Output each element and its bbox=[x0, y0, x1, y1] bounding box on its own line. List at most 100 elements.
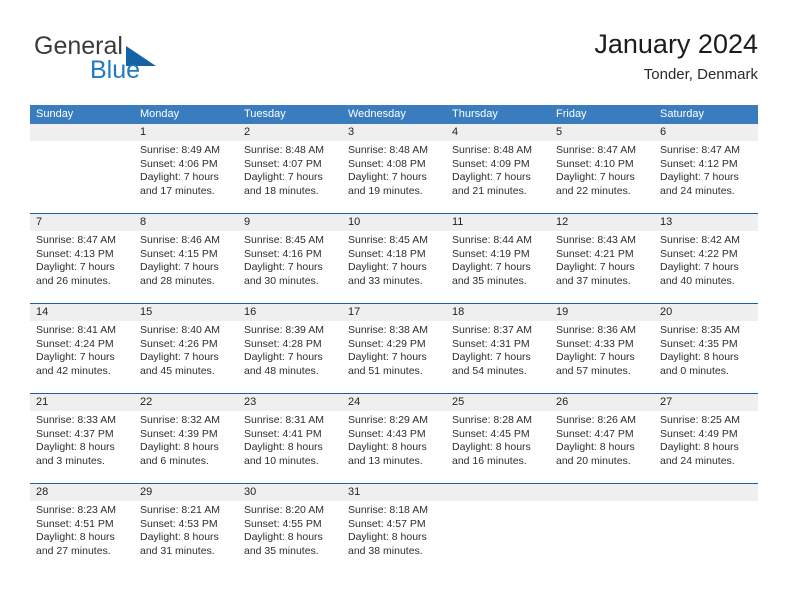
day-cell[interactable]: 17 Sunrise: 8:38 AM Sunset: 4:29 PM Dayligh… bbox=[342, 304, 446, 393]
daylight-text: Daylight: 7 hours bbox=[140, 171, 219, 184]
weekday-header-saturday: Saturday bbox=[660, 108, 705, 120]
day-cell[interactable]: 19 Sunrise: 8:36 AM Sunset: 4:33 PM Dayligh… bbox=[550, 304, 654, 393]
day-details: Sunrise: 8:41 AM Sunset: 4:24 PM Daylight:… bbox=[30, 321, 134, 378]
day-number-band: 26 bbox=[550, 394, 654, 411]
day-cell[interactable]: 13 Sunrise: 8:42 AM Sunset: 4:22 PM Dayligh… bbox=[654, 214, 758, 303]
day-cell[interactable]: 9 Sunrise: 8:45 AM Sunset: 4:16 PM Daylight… bbox=[238, 214, 342, 303]
day-number-band bbox=[446, 484, 550, 501]
day-details bbox=[446, 501, 550, 504]
sunrise-text: Sunrise: 8:18 AM bbox=[348, 504, 428, 516]
day-cell[interactable]: 6 Sunrise: 8:47 AM Sunset: 4:12 PM Daylight… bbox=[654, 124, 758, 213]
daylight-text: Daylight: 7 hours bbox=[348, 351, 427, 364]
day-cell[interactable]: 2 Sunrise: 8:48 AM Sunset: 4:07 PM Daylight… bbox=[238, 124, 342, 213]
day-details: Sunrise: 8:28 AM Sunset: 4:45 PM Daylight:… bbox=[446, 411, 550, 468]
day-number-band bbox=[30, 124, 134, 141]
day-details: Sunrise: 8:49 AM Sunset: 4:06 PM Daylight:… bbox=[134, 141, 238, 198]
day-details: Sunrise: 8:48 AM Sunset: 4:09 PM Daylight:… bbox=[446, 141, 550, 198]
daylight-text: Daylight: 7 hours bbox=[348, 261, 427, 274]
day-cell-empty bbox=[654, 484, 758, 573]
day-cell[interactable]: 14 Sunrise: 8:41 AM Sunset: 4:24 PM Dayligh… bbox=[30, 304, 134, 393]
sunrise-text: Sunrise: 8:31 AM bbox=[244, 414, 324, 426]
day-number: 28 bbox=[36, 486, 49, 498]
day-cell[interactable]: 4 Sunrise: 8:48 AM Sunset: 4:09 PM Daylight… bbox=[446, 124, 550, 213]
sunset-text: Sunset: 4:26 PM bbox=[140, 337, 218, 350]
sunset-text: Sunset: 4:45 PM bbox=[452, 427, 530, 440]
day-cell[interactable]: 15 Sunrise: 8:40 AM Sunset: 4:26 PM Dayligh… bbox=[134, 304, 238, 393]
sunset-text: Sunset: 4:33 PM bbox=[556, 337, 634, 350]
sunset-text: Sunset: 4:55 PM bbox=[244, 517, 322, 530]
sunrise-text: Sunrise: 8:46 AM bbox=[140, 234, 220, 246]
day-cell[interactable]: 22 Sunrise: 8:32 AM Sunset: 4:39 PM Dayligh… bbox=[134, 394, 238, 483]
day-number-band: 7 bbox=[30, 214, 134, 231]
calendar-week-row: 1 Sunrise: 8:49 AM Sunset: 4:06 PM Daylight… bbox=[30, 124, 758, 213]
day-number-band: 11 bbox=[446, 214, 550, 231]
calendar-weeks: 1 Sunrise: 8:49 AM Sunset: 4:06 PM Daylight… bbox=[30, 124, 758, 573]
calendar-grid: Sunday Monday Tuesday Wednesday Thursday Frid… bbox=[30, 105, 758, 573]
day-cell[interactable]: 8 Sunrise: 8:46 AM Sunset: 4:15 PM Daylight… bbox=[134, 214, 238, 303]
sunset-text: Sunset: 4:09 PM bbox=[452, 157, 530, 170]
day-details: Sunrise: 8:23 AM Sunset: 4:51 PM Daylight:… bbox=[30, 501, 134, 558]
day-details: Sunrise: 8:18 AM Sunset: 4:57 PM Daylight:… bbox=[342, 501, 446, 558]
daylight-text-cont: and 27 minutes. bbox=[36, 544, 111, 557]
day-number-band: 15 bbox=[134, 304, 238, 321]
day-cell[interactable]: 28 Sunrise: 8:23 AM Sunset: 4:51 PM Dayligh… bbox=[30, 484, 134, 573]
day-number: 16 bbox=[244, 306, 257, 318]
day-cell[interactable]: 11 Sunrise: 8:44 AM Sunset: 4:19 PM Dayligh… bbox=[446, 214, 550, 303]
daylight-text-cont: and 0 minutes. bbox=[660, 364, 729, 377]
day-cell[interactable]: 30 Sunrise: 8:20 AM Sunset: 4:55 PM Dayligh… bbox=[238, 484, 342, 573]
day-cell[interactable]: 31 Sunrise: 8:18 AM Sunset: 4:57 PM Dayligh… bbox=[342, 484, 446, 573]
daylight-text-cont: and 48 minutes. bbox=[244, 364, 319, 377]
sunset-text: Sunset: 4:29 PM bbox=[348, 337, 426, 350]
day-number-band: 30 bbox=[238, 484, 342, 501]
sunrise-text: Sunrise: 8:44 AM bbox=[452, 234, 532, 246]
sunrise-text: Sunrise: 8:49 AM bbox=[140, 144, 220, 156]
day-cell[interactable]: 10 Sunrise: 8:45 AM Sunset: 4:18 PM Dayligh… bbox=[342, 214, 446, 303]
day-number-band: 28 bbox=[30, 484, 134, 501]
day-number-band: 14 bbox=[30, 304, 134, 321]
daylight-text: Daylight: 8 hours bbox=[36, 531, 115, 544]
sunrise-text: Sunrise: 8:41 AM bbox=[36, 324, 116, 336]
daylight-text: Daylight: 8 hours bbox=[244, 531, 323, 544]
brand-word-blue: Blue bbox=[90, 56, 141, 84]
day-cell[interactable]: 12 Sunrise: 8:43 AM Sunset: 4:21 PM Dayligh… bbox=[550, 214, 654, 303]
day-cell[interactable]: 3 Sunrise: 8:48 AM Sunset: 4:08 PM Daylight… bbox=[342, 124, 446, 213]
day-details: Sunrise: 8:35 AM Sunset: 4:35 PM Daylight:… bbox=[654, 321, 758, 378]
day-number: 1 bbox=[140, 126, 147, 138]
sunrise-text: Sunrise: 8:36 AM bbox=[556, 324, 636, 336]
day-cell[interactable]: 24 Sunrise: 8:29 AM Sunset: 4:43 PM Dayligh… bbox=[342, 394, 446, 483]
day-number: 22 bbox=[140, 396, 153, 408]
day-number: 2 bbox=[244, 126, 251, 138]
day-cell[interactable]: 26 Sunrise: 8:26 AM Sunset: 4:47 PM Dayligh… bbox=[550, 394, 654, 483]
sunset-text: Sunset: 4:49 PM bbox=[660, 427, 738, 440]
day-details: Sunrise: 8:29 AM Sunset: 4:43 PM Daylight:… bbox=[342, 411, 446, 468]
day-cell[interactable]: 23 Sunrise: 8:31 AM Sunset: 4:41 PM Dayligh… bbox=[238, 394, 342, 483]
weekday-header-monday: Monday bbox=[140, 108, 180, 120]
day-cell[interactable]: 16 Sunrise: 8:39 AM Sunset: 4:28 PM Dayligh… bbox=[238, 304, 342, 393]
sunset-text: Sunset: 4:16 PM bbox=[244, 247, 322, 260]
brand-logo[interactable]: General Blue bbox=[30, 32, 230, 90]
day-number-band: 6 bbox=[654, 124, 758, 141]
day-cell[interactable]: 1 Sunrise: 8:49 AM Sunset: 4:06 PM Daylight… bbox=[134, 124, 238, 213]
day-details: Sunrise: 8:38 AM Sunset: 4:29 PM Daylight:… bbox=[342, 321, 446, 378]
day-cell[interactable]: 18 Sunrise: 8:37 AM Sunset: 4:31 PM Dayligh… bbox=[446, 304, 550, 393]
day-number-band: 16 bbox=[238, 304, 342, 321]
sunset-text: Sunset: 4:41 PM bbox=[244, 427, 322, 440]
sunrise-text: Sunrise: 8:21 AM bbox=[140, 504, 220, 516]
daylight-text-cont: and 28 minutes. bbox=[140, 274, 215, 287]
day-cell[interactable]: 20 Sunrise: 8:35 AM Sunset: 4:35 PM Dayligh… bbox=[654, 304, 758, 393]
day-cell[interactable]: 5 Sunrise: 8:47 AM Sunset: 4:10 PM Daylight… bbox=[550, 124, 654, 213]
sunrise-text: Sunrise: 8:32 AM bbox=[140, 414, 220, 426]
day-cell[interactable]: 25 Sunrise: 8:28 AM Sunset: 4:45 PM Dayligh… bbox=[446, 394, 550, 483]
day-number-band: 2 bbox=[238, 124, 342, 141]
daylight-text: Daylight: 8 hours bbox=[660, 351, 739, 364]
daylight-text: Daylight: 7 hours bbox=[244, 261, 323, 274]
day-details bbox=[550, 501, 654, 504]
day-cell[interactable]: 21 Sunrise: 8:33 AM Sunset: 4:37 PM Dayligh… bbox=[30, 394, 134, 483]
day-cell[interactable]: 29 Sunrise: 8:21 AM Sunset: 4:53 PM Dayligh… bbox=[134, 484, 238, 573]
day-cell[interactable]: 7 Sunrise: 8:47 AM Sunset: 4:13 PM Daylight… bbox=[30, 214, 134, 303]
day-details: Sunrise: 8:45 AM Sunset: 4:16 PM Daylight:… bbox=[238, 231, 342, 288]
day-number-band: 25 bbox=[446, 394, 550, 411]
sunset-text: Sunset: 4:08 PM bbox=[348, 157, 426, 170]
day-cell-empty bbox=[30, 124, 134, 213]
day-cell[interactable]: 27 Sunrise: 8:25 AM Sunset: 4:49 PM Dayligh… bbox=[654, 394, 758, 483]
